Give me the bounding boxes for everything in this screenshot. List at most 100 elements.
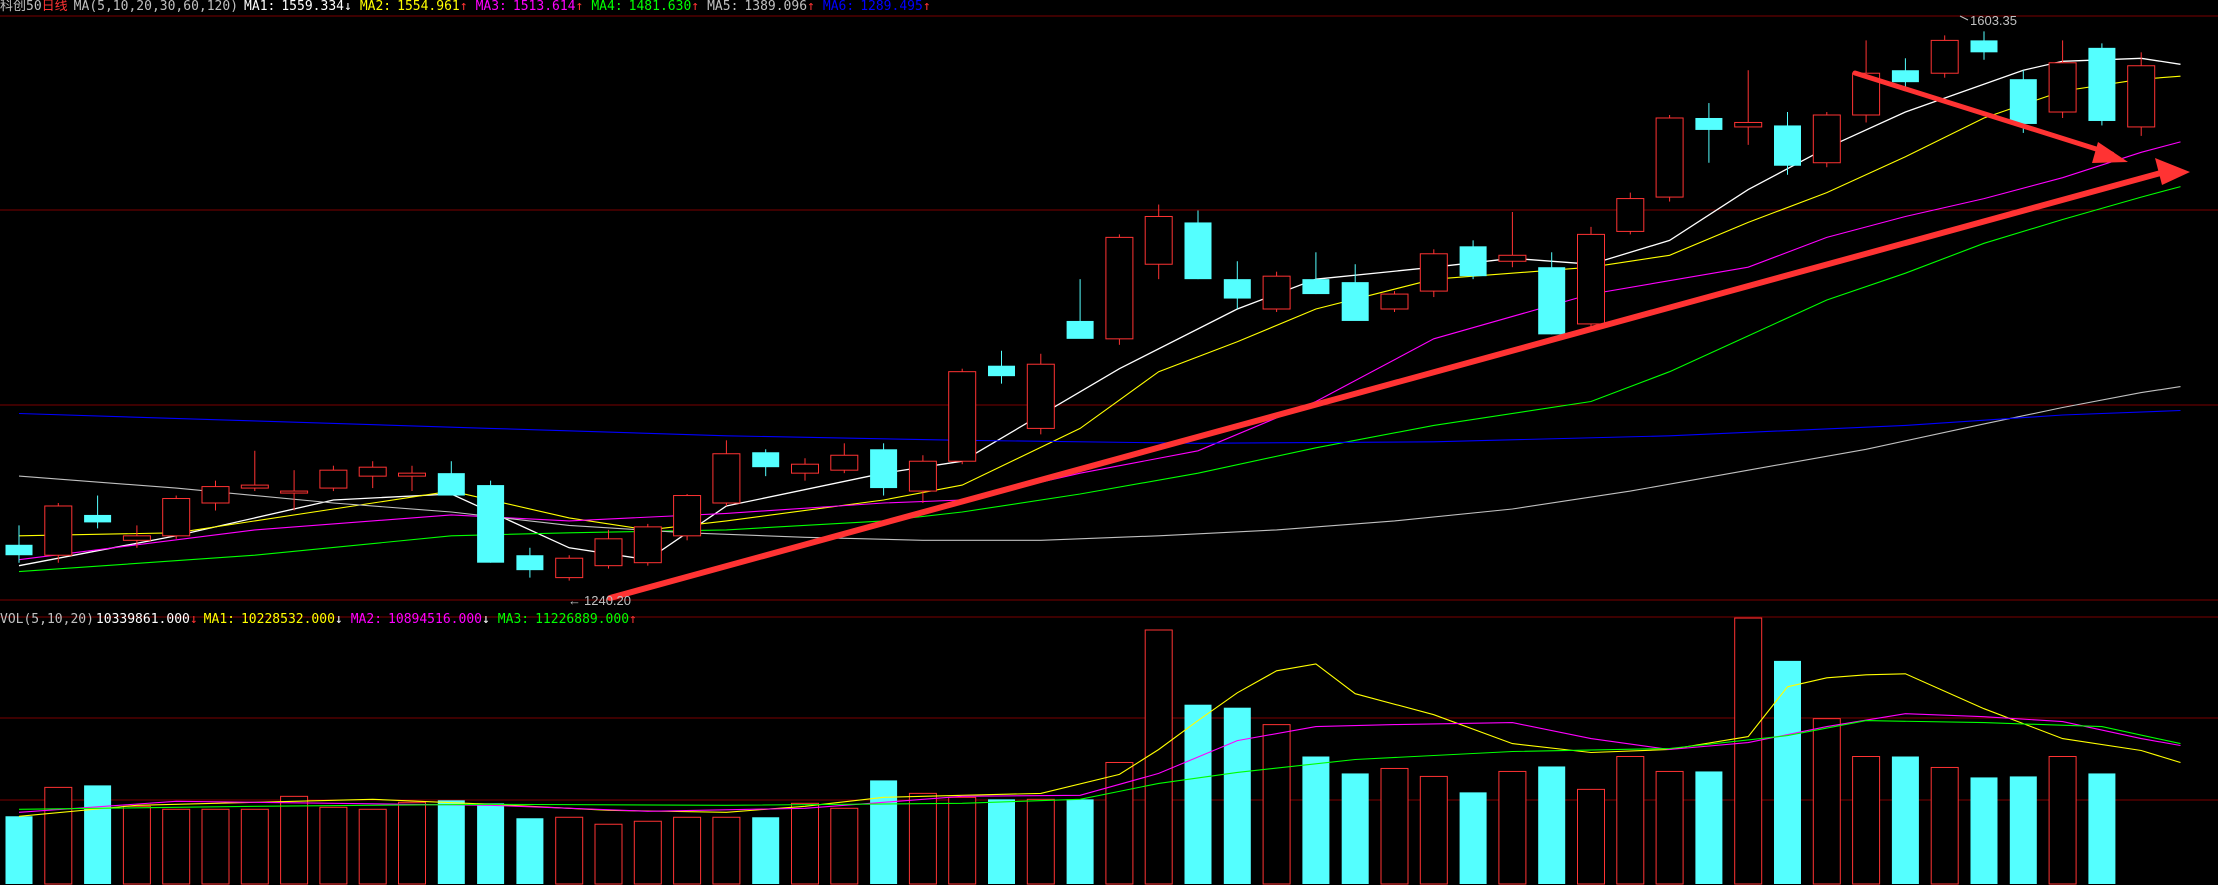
- candle-body-down: [2009, 79, 2037, 124]
- volume-bar-down: [1066, 799, 1094, 884]
- price-ma-ma1: MA1: 1559.334↓: [244, 0, 352, 14]
- price-ma-value: 1559.334: [281, 0, 344, 14]
- price-ma-label: MA5:: [707, 0, 739, 14]
- candle: [633, 523, 662, 566]
- vol-ma-value: 10228532.000: [240, 612, 335, 627]
- candle-body-up: [280, 490, 309, 494]
- price-header: 科创50日线 MA(5,10,20,30,60,120) MA1: 1559.334↓…: [0, 0, 945, 16]
- volume-bar-down: [988, 799, 1015, 884]
- candle: [1419, 249, 1448, 298]
- volume-bar-up: [1144, 629, 1173, 885]
- candle-body-down: [437, 473, 465, 496]
- volume-bar-up: [555, 816, 584, 885]
- vol-ma-value: 11226889.000: [535, 612, 630, 627]
- volume-bar-down: [1341, 773, 1369, 884]
- volume-bar-down: [2088, 773, 2116, 884]
- price-ma-ma4: MA4: 1481.630↑: [591, 0, 699, 14]
- price-ma-ma5: MA5: 1389.096↑: [707, 0, 815, 14]
- candle: [1380, 291, 1409, 312]
- volume-bar-up: [2048, 756, 2077, 885]
- low-marker: ←: [568, 593, 581, 608]
- ma-params: MA(5,10,20,30,60,120): [73, 0, 239, 14]
- volume-bar-up: [1419, 775, 1448, 885]
- candle: [1577, 226, 1605, 327]
- candle-body-up: [908, 460, 937, 492]
- price-ma-label: MA4:: [591, 0, 623, 14]
- candle-body-up: [555, 557, 584, 579]
- candle: [1812, 112, 1841, 168]
- volume-bar-down: [516, 818, 544, 884]
- vol-ma-arrow: ↑: [629, 612, 637, 627]
- vol-label: VOL(5,10,20): [0, 612, 94, 627]
- volume-bar-up: [44, 786, 73, 885]
- candle: [1105, 234, 1134, 345]
- vol-arrow: ↓: [189, 612, 198, 627]
- candle-body-down: [1970, 40, 1998, 53]
- volume-bar-up: [1852, 756, 1881, 885]
- volume-bar-up: [1616, 756, 1645, 885]
- vol-ma-ma3: MA3: 11226889.000↑: [498, 612, 637, 627]
- candle-body-up: [2048, 62, 2077, 113]
- price-ma-arrow: ↑: [807, 0, 815, 14]
- volume-bar-down: [752, 817, 780, 884]
- volume-bar-up: [908, 792, 937, 885]
- candle-body-down: [1695, 117, 1723, 130]
- candle: [1930, 35, 1959, 78]
- volume-bar-down: [1538, 766, 1566, 884]
- volume-bar-up: [240, 808, 269, 885]
- volume-bar-down: [2009, 776, 2037, 884]
- volume-bar-down: [1891, 756, 1919, 884]
- volume-bar-down: [1302, 756, 1330, 884]
- volume-bar-up: [673, 816, 702, 885]
- volume-bar-up: [1655, 770, 1684, 885]
- vol-ma-arrow: ↓: [481, 612, 490, 627]
- volume-bar-up: [280, 795, 309, 885]
- low-label: 1240.20: [584, 593, 631, 608]
- candle-body-up: [633, 526, 662, 564]
- candle-body-up: [44, 505, 73, 556]
- candle: [870, 443, 898, 496]
- volume-bar-up: [712, 816, 741, 885]
- volume-bar-up: [1812, 718, 1841, 885]
- volume-bar-up: [1380, 767, 1409, 885]
- candle-body-up: [201, 486, 230, 504]
- price-ma-arrow: ↑: [575, 0, 584, 14]
- candlestick-chart: 1603.35 ← 1240.20: [0, 0, 2218, 885]
- volume-bar-up: [319, 806, 348, 885]
- volume-bar-up: [201, 808, 230, 885]
- price-ma-label: MA1:: [244, 0, 276, 14]
- candle-body-up: [1419, 253, 1448, 292]
- price-ma-arrow: ↑: [459, 0, 468, 14]
- price-ma-ma6: MA6: 1289.495↑: [823, 0, 931, 14]
- price-ma-ma2: MA2: 1554.961↑: [360, 0, 468, 14]
- candle-body-up: [1262, 275, 1291, 310]
- volume-bar-up: [830, 807, 859, 885]
- candle-body-up: [1105, 236, 1134, 340]
- price-ma-label: MA3:: [475, 0, 507, 14]
- volume-bar-up: [398, 801, 426, 885]
- volume-ma-values: MA1: 10228532.000↓ MA2: 10894516.000↓ MA3: 11…: [204, 612, 645, 627]
- candle: [1616, 192, 1645, 235]
- price-ma-value: 1513.614: [512, 0, 576, 14]
- volume-bar-down: [437, 800, 465, 884]
- price-ma-value: 1481.630: [628, 0, 692, 14]
- candle-body-up: [240, 484, 269, 489]
- candle: [2088, 43, 2116, 126]
- candle-body-down: [1538, 267, 1566, 335]
- volume-bar-up: [948, 796, 977, 885]
- volume-bar-up: [1734, 617, 1763, 885]
- vol-ma-value: 10894516.000: [388, 612, 482, 627]
- candle-body-up: [948, 371, 977, 462]
- candle-body-up: [1498, 254, 1527, 262]
- price-ma-label: MA6:: [822, 0, 855, 14]
- candle: [1655, 115, 1684, 202]
- price-ma-values: MA1: 1559.334↓ MA2: 1554.961↑ MA3: 1513.614↑ M…: [244, 0, 939, 14]
- candle-body-up: [594, 538, 623, 567]
- volume-bar-down: [84, 785, 112, 884]
- candle-body-down: [516, 555, 544, 571]
- price-ma-arrow: ↑: [922, 0, 931, 14]
- candle-body-down: [1302, 279, 1330, 295]
- candle-body-up: [1930, 39, 1959, 74]
- volume-bar-down: [1970, 777, 1998, 884]
- price-ma-arrow: ↑: [691, 0, 700, 14]
